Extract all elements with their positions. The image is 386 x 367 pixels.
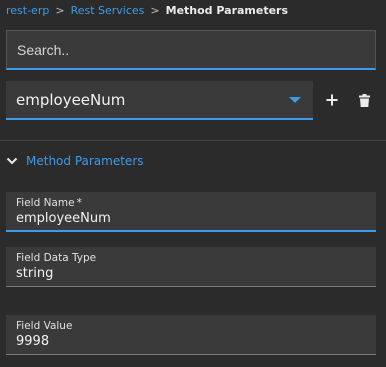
field-data-type-value: string [16, 266, 54, 281]
chevron-down-icon [6, 157, 18, 165]
field-data-type-label: Field Data Type [16, 252, 97, 264]
add-parameter-button[interactable] [323, 91, 341, 109]
plus-icon [326, 94, 338, 106]
field-name-value: employeeNum [16, 211, 111, 226]
field-name-label: Field Name * [16, 196, 366, 210]
field-value-input[interactable]: Field Value 9998 [6, 315, 376, 355]
delete-parameter-button[interactable] [355, 91, 373, 109]
breadcrumb-link-rest-erp[interactable]: rest-erp [6, 4, 49, 17]
parameter-select[interactable]: employeeNum [6, 81, 313, 120]
field-value-value: 9998 [16, 334, 50, 349]
field-value-label: Field Value [16, 320, 73, 332]
trash-icon [358, 93, 370, 107]
dropdown-caret-icon [289, 96, 301, 103]
field-name-label-text: Field Name [16, 197, 75, 209]
breadcrumb-separator: > [150, 3, 160, 17]
breadcrumb-current: Method Parameters [165, 3, 289, 17]
field-data-type-input[interactable]: Field Data Type string [6, 247, 376, 287]
search-input[interactable] [6, 30, 376, 70]
parameter-select-value: employeeNum [16, 90, 126, 109]
breadcrumb-separator: > [55, 3, 65, 17]
breadcrumb: rest-erp > Rest Services > Method Parame… [6, 2, 288, 18]
method-parameters-section-toggle[interactable]: Method Parameters [6, 151, 144, 171]
field-name-input[interactable]: Field Name * employeeNum [6, 192, 376, 232]
divider [0, 140, 386, 141]
breadcrumb-link-rest-services[interactable]: Rest Services [71, 4, 145, 17]
section-title: Method Parameters [26, 154, 144, 168]
required-marker: * [76, 197, 82, 209]
